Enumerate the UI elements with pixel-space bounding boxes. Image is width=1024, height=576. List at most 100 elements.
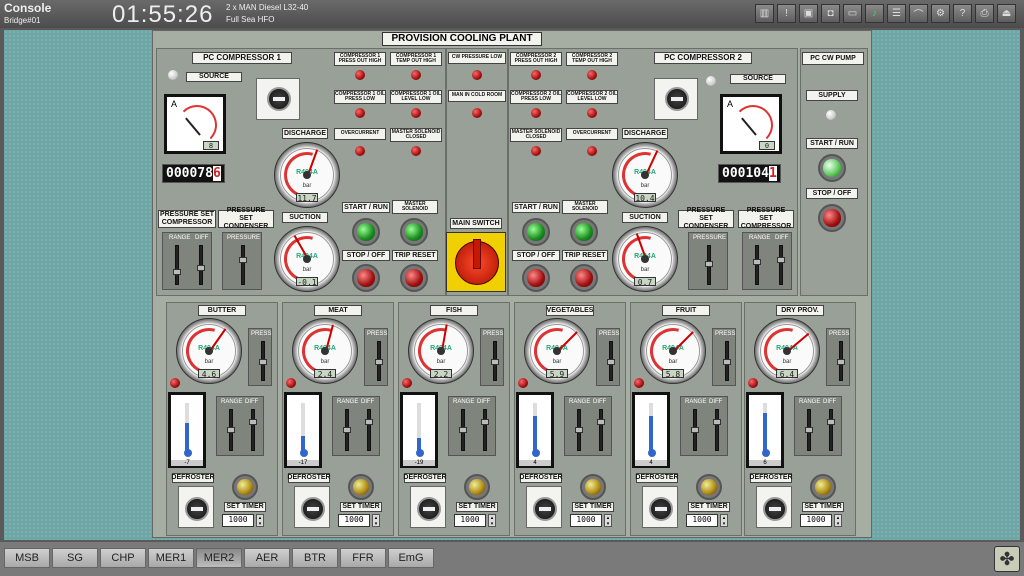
sound-icon[interactable]: ♪ [865, 4, 884, 23]
room-pressure-readout: 5.8 [662, 369, 684, 379]
room-press-setpoint[interactable]: PRESS [364, 328, 388, 386]
stop-off-button[interactable] [522, 264, 550, 292]
room-alarm-lamp [170, 378, 180, 388]
timer-stepper[interactable]: ▴ ▾ [372, 514, 380, 527]
tab-chp[interactable]: CHP [100, 548, 146, 568]
tab-mer2[interactable]: MER2 [196, 548, 242, 568]
checklist-icon[interactable]: ☰ [887, 4, 906, 23]
defroster-label: DEFROSTER [403, 473, 447, 483]
tab-aer[interactable]: AER [244, 548, 290, 568]
condenser-pressure-setpoint[interactable]: PRESSURE [222, 232, 262, 290]
camera-icon[interactable]: ◘ [821, 4, 840, 23]
timer-input[interactable]: 1000 [686, 514, 718, 527]
room-press-setpoint[interactable]: PRESS [826, 328, 850, 386]
timer-stepper[interactable]: ▴ ▾ [834, 514, 842, 527]
compressor-pressure-setpoint[interactable]: RANGE DIFF [742, 232, 792, 290]
room-temp-setpoint[interactable]: RANGE DIFF [216, 396, 264, 456]
pump-start-button[interactable] [818, 154, 846, 182]
room-temp-setpoint[interactable]: RANGE DIFF [680, 396, 728, 456]
stop-off-label: STOP / OFF [806, 188, 858, 199]
defroster-lamp[interactable] [696, 474, 722, 500]
man-aut-selector[interactable] [256, 78, 300, 120]
clock: 01:55:26 [112, 1, 214, 28]
man-aut-selector[interactable] [654, 78, 698, 120]
room-temp-setpoint[interactable]: RANGE DIFF [332, 396, 380, 456]
defroster-lamp[interactable] [348, 474, 374, 500]
fan-icon[interactable]: ✤ [994, 546, 1020, 572]
trend-icon[interactable]: ▥ [755, 4, 774, 23]
start-run-button[interactable] [352, 218, 380, 246]
defroster-selector[interactable] [410, 486, 446, 528]
timer-stepper[interactable]: ▴ ▾ [488, 514, 496, 527]
ammeter: A8 [164, 94, 226, 154]
graph-icon[interactable]: ⌒ [909, 4, 928, 23]
tab-btr[interactable]: BTR [292, 548, 338, 568]
pump-stop-button[interactable] [818, 204, 846, 232]
alarm-label: COMPRESSOR 1 OIL LEVEL LOW [390, 90, 442, 104]
tab-ffr[interactable]: FFR [340, 548, 386, 568]
tab-sg[interactable]: SG [52, 548, 98, 568]
tab-emg[interactable]: EmG [388, 548, 434, 568]
defroster-selector[interactable] [526, 486, 562, 528]
timer-input[interactable]: 1000 [570, 514, 602, 527]
source-label: SOURCE [730, 74, 786, 84]
timer-input[interactable]: 1000 [454, 514, 486, 527]
defroster-lamp[interactable] [464, 474, 490, 500]
room-temp-setpoint[interactable]: RANGE DIFF [794, 396, 842, 456]
compressor-pressure-setpoint[interactable]: RANGE DIFF [162, 232, 212, 290]
defroster-lamp[interactable] [810, 474, 836, 500]
room-alarm-lamp [286, 378, 296, 388]
defroster-selector[interactable] [294, 486, 330, 528]
print-icon[interactable]: ⎙ [975, 4, 994, 23]
master-solenoid-button[interactable] [570, 218, 598, 246]
room-press-setpoint[interactable]: PRESS [248, 328, 272, 386]
timer-input[interactable]: 1000 [222, 514, 254, 527]
defroster-selector[interactable] [178, 486, 214, 528]
start-run-button[interactable] [522, 218, 550, 246]
room-alarm-lamp [402, 378, 412, 388]
tab-mer1[interactable]: MER1 [148, 548, 194, 568]
timer-stepper[interactable]: ▴ ▾ [256, 514, 264, 527]
timer-input[interactable]: 1000 [338, 514, 370, 527]
alarm-label: COMPRESSOR 2 PRESS OUT HIGH [510, 52, 562, 66]
main-switch-label: MAIN SWITCH [450, 218, 502, 229]
set-timer-label: SET TIMER [340, 502, 382, 512]
room-alarm-lamp [634, 378, 644, 388]
defroster-lamp[interactable] [580, 474, 606, 500]
alarm-lamp [587, 146, 597, 156]
set-timer-label: SET TIMER [224, 502, 266, 512]
room-press-setpoint[interactable]: PRESS [712, 328, 736, 386]
help-icon[interactable]: ? [953, 4, 972, 23]
monitor-icon[interactable]: ▭ [843, 4, 862, 23]
defroster-lamp[interactable] [232, 474, 258, 500]
room-thermometer: -19 [400, 392, 438, 468]
defroster-selector[interactable] [642, 486, 678, 528]
set-timer-label: SET TIMER [688, 502, 730, 512]
hour-counter: 0001041 [718, 164, 781, 183]
tab-msb[interactable]: MSB [4, 548, 50, 568]
main-switch[interactable] [446, 232, 506, 292]
alarm-lamp [587, 108, 597, 118]
room-temp-setpoint[interactable]: RANGE DIFF [564, 396, 612, 456]
trip-reset-button[interactable] [400, 264, 428, 292]
master-solenoid-button[interactable] [400, 218, 428, 246]
condenser-pressure-setpoint[interactable]: PRESSURE [688, 232, 728, 290]
stop-off-button[interactable] [352, 264, 380, 292]
trip-reset-button[interactable] [570, 264, 598, 292]
room-temp-setpoint[interactable]: RANGE DIFF [448, 396, 496, 456]
defroster-label: DEFROSTER [287, 473, 331, 483]
timer-stepper[interactable]: ▴ ▾ [604, 514, 612, 527]
defroster-selector[interactable] [756, 486, 792, 528]
settings-icon[interactable]: ⚙ [931, 4, 950, 23]
alarm-icon[interactable]: ! [777, 4, 796, 23]
alarm-label: COMPRESSOR 2 OIL LEVEL LOW [566, 90, 618, 104]
cw-pressure-low-lamp [472, 70, 482, 80]
room-thermometer: 4 [516, 392, 554, 468]
exit-icon[interactable]: ⏏ [997, 4, 1016, 23]
room-press-setpoint[interactable]: PRESS [596, 328, 620, 386]
timer-stepper[interactable]: ▴ ▾ [720, 514, 728, 527]
room-press-setpoint[interactable]: PRESS [480, 328, 504, 386]
station-label: Bridge#01 [4, 16, 41, 25]
save-icon[interactable]: ▣ [799, 4, 818, 23]
timer-input[interactable]: 1000 [800, 514, 832, 527]
